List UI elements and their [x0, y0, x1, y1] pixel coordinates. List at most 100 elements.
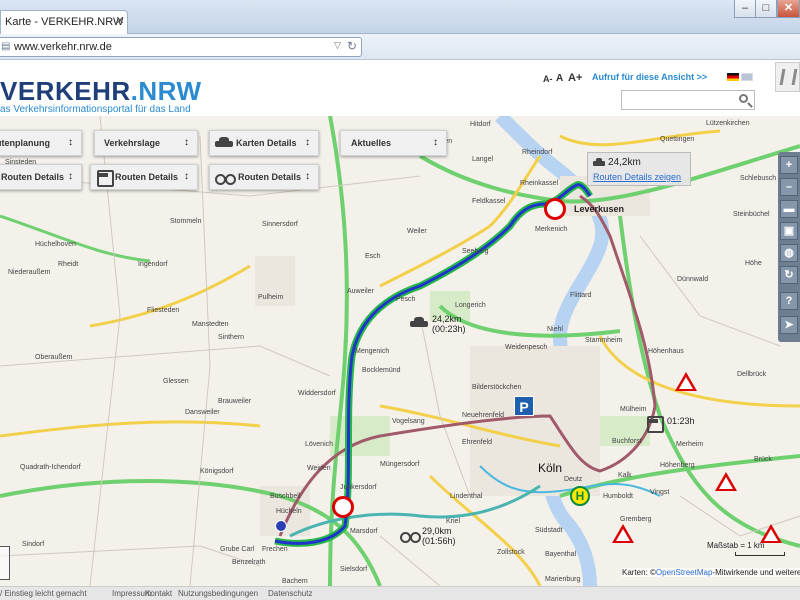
warning-sign-icon[interactable]: [715, 472, 737, 491]
place-huechelhoven: Hüchelhoven: [35, 241, 76, 248]
place-fliesteden: Fliesteden: [147, 307, 180, 314]
nrw-crest-logo: [775, 62, 800, 92]
place-rheindorf: Rheindorf: [522, 149, 553, 156]
place-bachem: Bachem: [282, 578, 308, 585]
zoom-in-button[interactable]: +: [780, 156, 798, 174]
place-marsdorf: Marsdorf: [350, 528, 378, 535]
font-size-increase-button[interactable]: A+: [568, 72, 582, 84]
place-bocklemuend: Bocklemünd: [362, 367, 401, 374]
place-feldkassel: Feldkassel: [472, 198, 506, 205]
toggle-arrow-icon[interactable]: ↕: [305, 137, 310, 148]
panel-routenplanung[interactable]: ıtenplanung ↕: [0, 130, 82, 156]
no-trucks-sign-icon[interactable]: [332, 496, 354, 518]
place-muengersdorf: Müngersdorf: [380, 461, 420, 468]
bus-icon: [645, 416, 664, 433]
toggle-arrow-icon[interactable]: ↕: [184, 137, 189, 148]
font-size-decrease-button[interactable]: A-: [543, 74, 553, 84]
place-huecheln: Hücheln: [276, 508, 302, 515]
car-layer-button[interactable]: ▬: [780, 200, 798, 218]
panel-label: ıtenplanung: [0, 138, 50, 148]
locate-button[interactable]: ➤: [780, 316, 798, 334]
place-weidenpesch: Weidenpesch: [505, 344, 548, 351]
panel-verkehrslage[interactable]: Verkehrslage ↕: [94, 130, 198, 156]
attribution-suffix: -Mitwirkende und weitere s: [712, 568, 800, 577]
map-toolbar: + – ▬ ▣ ◍ ↻ ? ➤: [778, 152, 800, 342]
window-close-button[interactable]: ✕: [777, 0, 800, 18]
panel-aktuelles[interactable]: Aktuelles ↕: [340, 130, 447, 156]
site-logo[interactable]: VERKEHR.NRW: [0, 76, 202, 107]
window-minimize-button[interactable]: –: [734, 0, 756, 18]
place-bilderstoeckchen: Bilderstöckchen: [472, 384, 522, 391]
map-canvas[interactable]: Leverkusen Köln Merkenich Niehl Mülheim …: [0, 116, 800, 586]
tab-close-icon[interactable]: ✕: [114, 14, 126, 28]
place-flittard: Flittard: [570, 292, 592, 299]
logo-main: VERKEHR: [0, 76, 131, 106]
place-niederaussem: Niederaußem: [8, 269, 51, 276]
left-scale-control[interactable]: [0, 546, 10, 580]
reload-icon[interactable]: ↻: [347, 39, 357, 53]
refresh-button[interactable]: ↻: [780, 266, 798, 284]
place-hoehe: Höhe: [745, 260, 762, 267]
place-neuehrenfeld: Neuehrenfeld: [462, 412, 505, 419]
place-grube-carl: Grube Carl: [220, 546, 255, 553]
primary-road: [598, 335, 800, 408]
browser-titlebar: Karte - VERKEHR.NRW ✕ – □ ✕: [0, 0, 800, 34]
route-start-marker[interactable]: [275, 520, 287, 532]
parking-icon[interactable]: P: [514, 396, 534, 416]
place-vingst: Vingst: [650, 489, 670, 496]
font-size-normal-button[interactable]: A: [556, 73, 563, 84]
place-hitdorf: Hitdorf: [470, 121, 491, 128]
zoom-out-button[interactable]: –: [780, 178, 798, 196]
primary-road: [0, 420, 261, 438]
panel-routen-details-car[interactable]: Routen Details ↕: [0, 164, 82, 190]
flag-de-icon[interactable]: [727, 73, 739, 81]
panel-karten-details[interactable]: Karten Details ↕: [209, 130, 319, 156]
panel-routen-details-bike[interactable]: Routen Details ↕: [209, 164, 319, 190]
search-input[interactable]: [621, 90, 755, 110]
browser-tab[interactable]: Karte - VERKEHR.NRW: [0, 10, 128, 34]
bike-distance: 29,0km: [422, 526, 452, 536]
panel-routen-details-bus[interactable]: Routen Details ↕: [90, 164, 198, 190]
route-details-link[interactable]: Routen Details zeigen: [593, 172, 681, 182]
place-hoehenhaus: Höhenhaus: [648, 348, 684, 355]
search-icon[interactable]: [738, 93, 754, 109]
place-luetzenkirchen: Lützenkirchen: [706, 120, 750, 127]
bus-stop-icon[interactable]: H: [570, 486, 590, 506]
place-langel: Langel: [472, 156, 494, 163]
place-brueck: Brück: [754, 456, 772, 463]
toggle-arrow-icon[interactable]: ↕: [433, 137, 438, 148]
osm-link[interactable]: OpenStreetMap: [656, 568, 712, 577]
place-ingendorf: Ingendorf: [138, 261, 168, 268]
place-stammheim: Stammheim: [585, 337, 623, 344]
toggle-arrow-icon[interactable]: ↕: [305, 171, 310, 182]
bike-icon: [215, 170, 236, 185]
place-sindorf: Sindorf: [22, 541, 45, 548]
bike-time: (01:56h): [422, 536, 456, 546]
chevron-down-icon[interactable]: ▽: [334, 40, 341, 51]
address-bar[interactable]: ▤ www.verkehr.nrw.de ▽ ↻: [0, 37, 362, 57]
place-pulheim: Pulheim: [258, 294, 284, 301]
place-rheidt: Rheidt: [58, 261, 79, 268]
panel-label: Aktuelles: [351, 138, 392, 148]
toggle-arrow-icon[interactable]: ↕: [68, 171, 73, 182]
toggle-arrow-icon[interactable]: ↕: [184, 171, 189, 182]
roadworks-sign-icon[interactable]: [612, 524, 634, 543]
window-maximize-button[interactable]: □: [755, 0, 777, 18]
place-merheim: Merheim: [676, 441, 704, 448]
footer-link-einstieg[interactable]: / Einstieg leicht gemacht: [0, 589, 87, 598]
flag-en-icon[interactable]: [741, 73, 753, 81]
logo-accent: .NRW: [130, 76, 202, 106]
footer-link-nutzungsbedingungen[interactable]: Nutzungsbedingungen: [178, 589, 258, 598]
no-trucks-sign-icon[interactable]: [544, 198, 566, 220]
help-button[interactable]: ?: [780, 292, 798, 310]
view-permalink[interactable]: Aufruf für diese Ansicht >>: [592, 72, 707, 82]
footer-link-datenschutz[interactable]: Datenschutz: [268, 589, 312, 598]
warning-sign-icon[interactable]: [675, 372, 697, 391]
footer-link-kontakt[interactable]: Kontakt: [145, 589, 172, 598]
toggle-arrow-icon[interactable]: ↕: [68, 137, 73, 148]
place-zollstock: Zollstock: [497, 549, 525, 556]
place-deutz: Deutz: [564, 476, 583, 483]
bus-layer-button[interactable]: ▣: [780, 222, 798, 240]
globe-icon[interactable]: ◍: [780, 244, 798, 262]
site-footer: / Einstieg leicht gemacht Impressum Kont…: [0, 586, 800, 600]
